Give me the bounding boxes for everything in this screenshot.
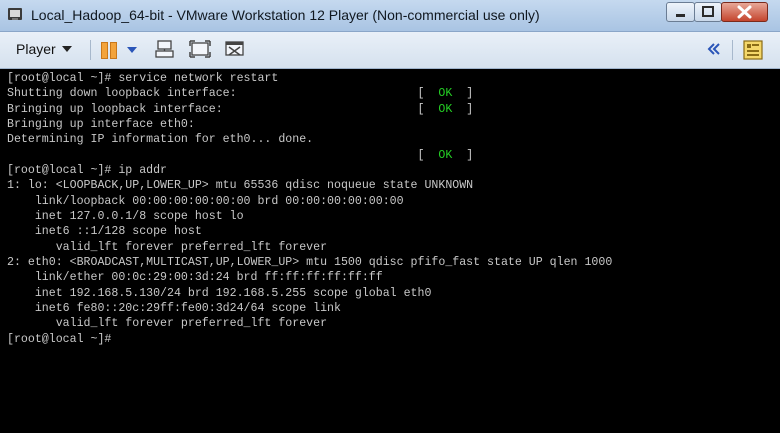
- close-button[interactable]: [721, 2, 768, 22]
- terminal-line-text: valid_lft forever preferred_lft forever: [7, 240, 328, 254]
- terminal-line: inet6 ::1/128 scope host: [7, 224, 612, 239]
- terminal-line: [root@local ~]# ip addr: [7, 163, 612, 178]
- terminal-line: Shutting down loopback interface: [ OK ]: [7, 86, 612, 101]
- terminal-line-text: inet 127.0.0.1/8 scope host lo: [7, 209, 244, 223]
- terminal-line: valid_lft forever preferred_lft forever: [7, 316, 612, 331]
- ok-status: OK: [438, 148, 453, 162]
- vm-console[interactable]: [root@local ~]# service network restart S…: [0, 69, 780, 433]
- vmware-app-icon: [8, 8, 22, 20]
- ok-status: OK: [438, 102, 453, 116]
- minimize-button[interactable]: [666, 2, 695, 22]
- terminal-line-text: [root@local ~]# service network restart: [7, 72, 279, 85]
- fullscreen-button[interactable]: [187, 38, 213, 62]
- terminal-line: Bringing up interface eth0:: [7, 117, 612, 132]
- pause-icon-bar-2: [110, 42, 117, 59]
- terminal-line: [ OK ]: [7, 148, 612, 163]
- terminal-line: Bringing up loopback interface: [ OK ]: [7, 102, 612, 117]
- terminal-line: 2: eth0: <BROADCAST,MULTICAST,UP,LOWER_U…: [7, 255, 612, 270]
- terminal-line: inet6 fe80::20c:29ff:fe00:3d24/64 scope …: [7, 301, 612, 316]
- unity-icon: [225, 41, 244, 56]
- maximize-icon: [702, 6, 714, 17]
- collapse-icon: [707, 43, 720, 55]
- library-button[interactable]: [740, 38, 766, 62]
- player-menu-button[interactable]: Player: [10, 38, 78, 60]
- unity-button[interactable]: [222, 38, 248, 62]
- terminal-line-text: inet6 fe80::20c:29ff:fe00:3d24/64 scope …: [7, 301, 341, 315]
- terminal-line-text: valid_lft forever preferred_lft forever: [7, 317, 328, 331]
- status-bracket: ]: [452, 87, 474, 101]
- terminal-line-text: inet 192.168.5.130/24 brd 192.168.5.255 …: [7, 286, 432, 300]
- terminal-line: [root@local ~]# service network restart: [7, 71, 612, 86]
- terminal-output: [root@local ~]# service network restart S…: [7, 71, 612, 347]
- send-ctrl-alt-del-button[interactable]: [152, 38, 178, 62]
- vmware-player-window: Local_Hadoop_64-bit - VMware Workstation…: [0, 0, 780, 433]
- toolbar-separator-right: [732, 40, 733, 60]
- ok-status: OK: [438, 87, 453, 101]
- terminal-line-text: Shutting down loopback interface: [: [7, 87, 439, 101]
- power-options-dropdown[interactable]: [124, 38, 140, 62]
- minimize-icon: [676, 14, 685, 17]
- terminal-line-text: 1: lo: <LOOPBACK,UP,LOWER_UP> mtu 65536 …: [7, 179, 474, 193]
- terminal-line-text: Bringing up interface eth0:: [7, 117, 195, 131]
- terminal-line-text: Determining IP information for eth0... d…: [7, 133, 314, 147]
- collapse-toolbar-button[interactable]: [702, 38, 722, 62]
- close-icon: [737, 5, 752, 19]
- terminal-line: link/ether 00:0c:29:00:3d:24 brd ff:ff:f…: [7, 270, 612, 285]
- terminal-line: valid_lft forever preferred_lft forever: [7, 240, 612, 255]
- library-icon: [743, 40, 763, 60]
- terminal-line-text: link/loopback 00:00:00:00:00:00 brd 00:0…: [7, 194, 404, 208]
- terminal-line-text: link/ether 00:0c:29:00:3d:24 brd ff:ff:f…: [7, 271, 383, 285]
- pause-button[interactable]: [96, 38, 122, 62]
- player-toolbar: Player: [0, 32, 780, 69]
- maximize-button[interactable]: [694, 2, 722, 22]
- status-bracket: ]: [452, 102, 474, 116]
- terminal-line-text: inet6 ::1/128 scope host: [7, 225, 202, 239]
- title-bar[interactable]: Local_Hadoop_64-bit - VMware Workstation…: [0, 0, 780, 32]
- pause-icon: [101, 42, 108, 59]
- terminal-line: inet 127.0.0.1/8 scope host lo: [7, 209, 612, 224]
- terminal-line: [root@local ~]#: [7, 332, 612, 347]
- terminal-line: 1: lo: <LOOPBACK,UP,LOWER_UP> mtu 65536 …: [7, 178, 612, 193]
- terminal-line: link/loopback 00:00:00:00:00:00 brd 00:0…: [7, 194, 612, 209]
- chevron-down-icon: [61, 46, 72, 52]
- player-menu-label: Player: [16, 41, 56, 57]
- send-ctrl-alt-del-icon: [155, 40, 174, 58]
- terminal-line-text: Bringing up loopback interface: [: [7, 102, 439, 116]
- terminal-line-text: [: [7, 148, 439, 162]
- window-title: Local_Hadoop_64-bit - VMware Workstation…: [31, 7, 540, 23]
- terminal-line: inet 192.168.5.130/24 brd 192.168.5.255 …: [7, 286, 612, 301]
- toolbar-separator: [90, 40, 91, 60]
- fullscreen-icon: [189, 40, 211, 58]
- terminal-line: Determining IP information for eth0... d…: [7, 132, 612, 147]
- status-bracket: ]: [452, 148, 474, 162]
- terminal-line-text: [root@local ~]# ip addr: [7, 163, 168, 177]
- dropdown-arrow-icon: [127, 47, 137, 53]
- terminal-line-text: [root@local ~]#: [7, 332, 112, 346]
- terminal-line-text: 2: eth0: <BROADCAST,MULTICAST,UP,LOWER_U…: [7, 255, 613, 269]
